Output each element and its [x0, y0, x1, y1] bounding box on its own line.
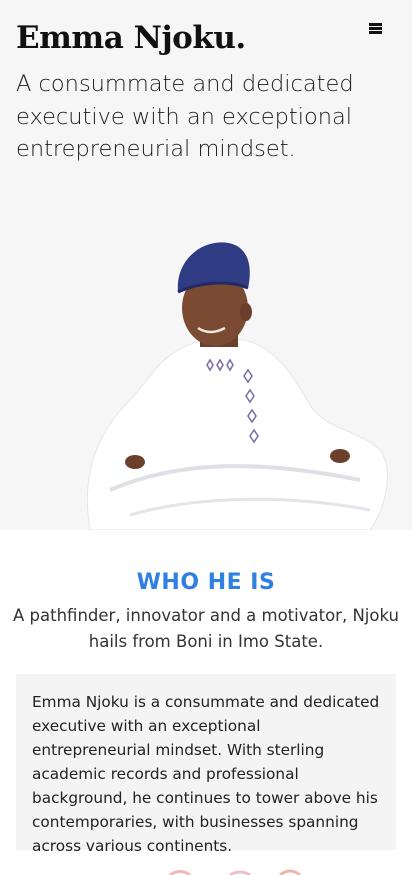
next-section-decoration [169, 869, 301, 875]
hero-portrait-image [86, 242, 388, 530]
hero-section: Emma Njoku. A consummate and dedicated e… [0, 0, 412, 530]
hamburger-menu-icon[interactable] [366, 19, 386, 37]
hero-tagline: A consummate and dedicated executive wit… [16, 71, 354, 162]
portrait-body [86, 339, 388, 530]
site-title[interactable]: Emma Njoku. [16, 18, 246, 58]
bio-text: Emma Njoku is a consummate and dedicated… [32, 693, 380, 855]
section-title: WHO HE IS [136, 570, 276, 595]
who-he-is-section: WHO HE IS A pathfinder, innovator and a … [0, 530, 412, 875]
bio-card: Emma Njoku is a consummate and dedicated… [16, 674, 396, 855]
section-intro: A pathfinder, innovator and a motivator,… [13, 606, 399, 651]
